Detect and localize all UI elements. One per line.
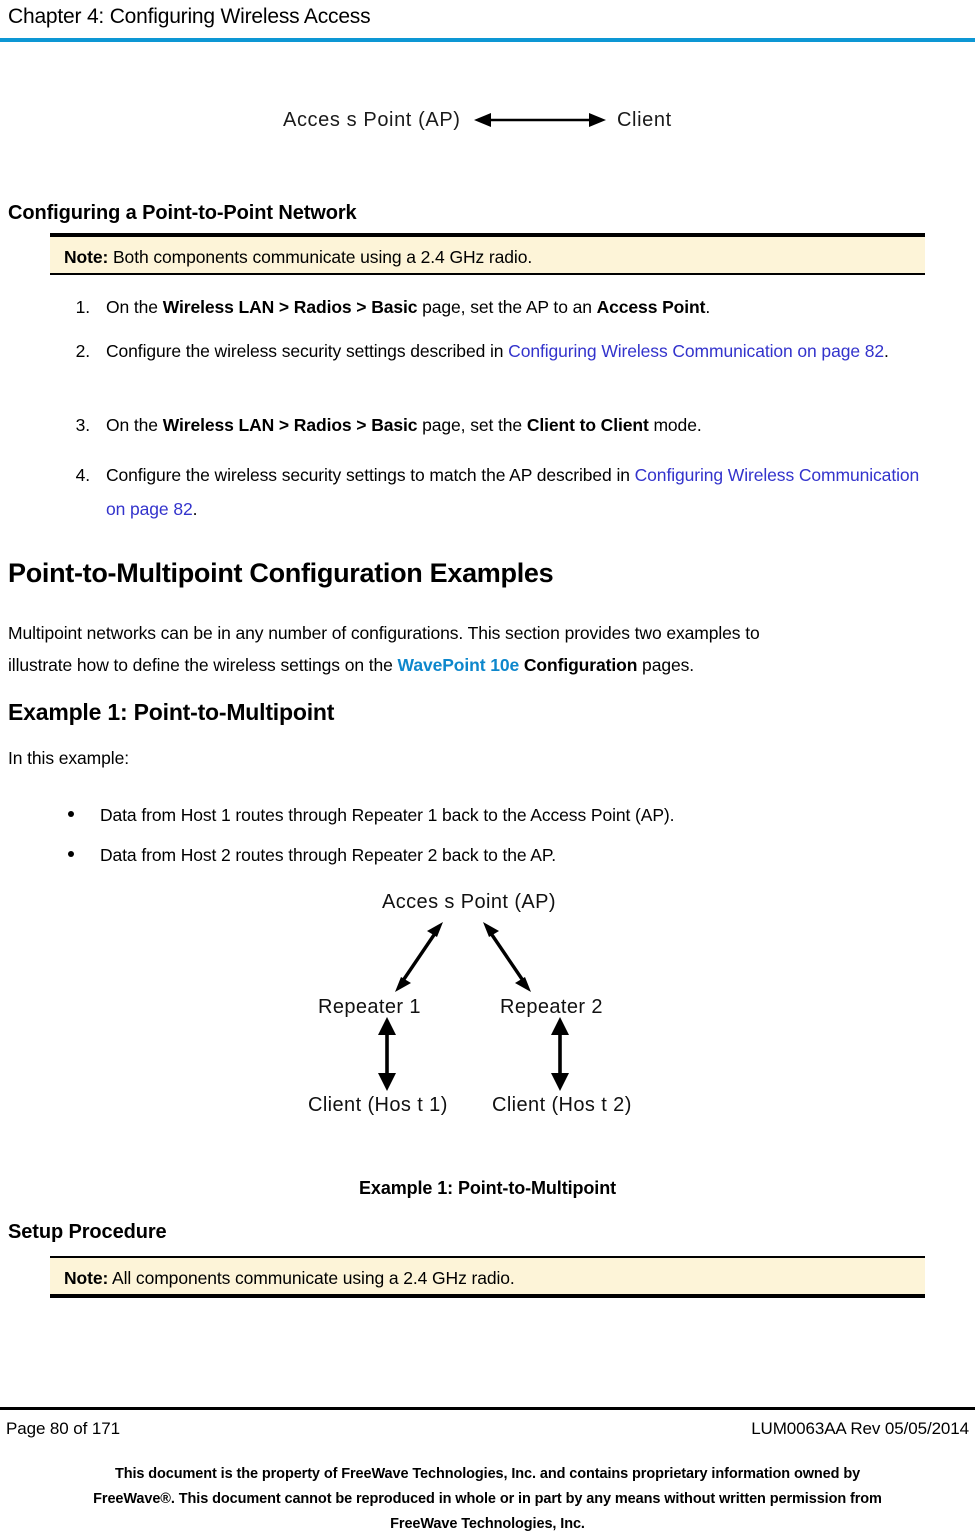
step-body: Configure the wireless security settings… [106, 458, 940, 526]
bullet-marker-icon [68, 811, 74, 817]
note-text: Note: Both components communicate using … [64, 245, 532, 269]
list-item-step-4: 4. Configure the wireless security setti… [60, 458, 940, 526]
step-text: page, set the AP to an [417, 297, 597, 317]
step-number: 1. [75, 297, 91, 317]
legal-line-1: This document is the property of FreeWav… [114, 1466, 861, 1482]
heading-configuring-point-to-point: Configuring a Point-to-Point Network [8, 202, 357, 224]
list-item-step-1: 1. On the Wireless LAN > Radios > Basic … [60, 290, 940, 324]
legal-line-2: FreeWave®. This document cannot be repro… [93, 1491, 882, 1507]
note-box-setup-procedure: Note: All components communicate using a… [50, 1256, 925, 1298]
paragraph-in-this-example: In this example: [8, 748, 129, 768]
step-text: Configure the wireless security settings… [106, 465, 635, 485]
step-text: On the [106, 297, 163, 317]
step-path-bold: Wireless LAN > Radios > Basic [162, 297, 418, 317]
note-label: Note: [64, 1268, 109, 1288]
bullet-text: Data from Host 2 routes through Repeater… [100, 845, 556, 865]
heading-example-1: Example 1: Point-to-Multipoint [8, 699, 335, 725]
step-text: page, set the [417, 415, 527, 435]
legal-notice: This document is the property of FreeWav… [0, 1462, 975, 1537]
step-text: On the [106, 415, 163, 435]
step-number: 3. [75, 415, 91, 435]
paragraph-pmp-intro: Multipoint networks can be in any number… [8, 618, 958, 648]
paragraph-text: illustrate how to define the wireless se… [8, 655, 398, 675]
footer-divider-rule [0, 1407, 975, 1410]
page-header: Chapter 4: Configuring Wireless Access [0, 0, 975, 46]
diagram-label-repeater-2: Repeater 2 [500, 996, 603, 1018]
step-text: mode. [648, 415, 702, 435]
figure-caption: Example 1: Point-to-Multipoint [359, 1178, 616, 1198]
configuration-bold: Configuration [519, 655, 638, 675]
product-name: WavePoint 10e [397, 655, 520, 675]
step-text: . [884, 341, 889, 361]
step-value-bold: Client to Client [526, 415, 649, 435]
step-body: On the Wireless LAN > Radios > Basic pag… [106, 290, 940, 324]
heading-point-to-multipoint-examples: Point-to-Multipoint Configuration Exampl… [8, 558, 554, 588]
legal-line-3: FreeWave Technologies, Inc. [390, 1516, 585, 1532]
double-arrow-icon [474, 113, 606, 127]
diagram-label-access-point: Acces s Point (AP) [382, 891, 556, 913]
bullet-text: Data from Host 1 routes through Repeater… [100, 805, 675, 825]
step-text: . [705, 297, 711, 317]
heading-setup-procedure: Setup Procedure [8, 1221, 167, 1243]
paragraph-line-1: Multipoint networks can be in any number… [8, 623, 760, 643]
note-box-point-to-point: Note: Both components communicate using … [50, 233, 925, 275]
chapter-title: Chapter 4: Configuring Wireless Access [8, 5, 371, 28]
page-footer: Page 80 of 171 LUM0063AA Rev 05/05/2014 [0, 1417, 975, 1443]
step-text: . [192, 499, 198, 519]
point-to-point-diagram: Acces s Point (AP) Client [0, 98, 975, 148]
note-text: Note: All components communicate using a… [64, 1266, 515, 1290]
point-to-multipoint-diagram: Acces s Point (AP) Repeater 1 Repeater 2… [300, 885, 680, 1125]
step-number: 2. [75, 341, 91, 361]
step-text: Configure the wireless security settings… [106, 341, 509, 361]
step-body: Configure the wireless security settings… [106, 334, 940, 368]
step-value-bold: Access Point [596, 297, 706, 317]
list-item-step-3: 3. On the Wireless LAN > Radios > Basic … [60, 408, 940, 442]
diagram-label-client-host-1: Client (Hos t 1) [308, 1094, 448, 1116]
step-body: On the Wireless LAN > Radios > Basic pag… [106, 408, 940, 442]
bullet-marker-icon [68, 851, 74, 857]
diagram-label-access-point: Acces s Point (AP) [283, 109, 461, 131]
list-item-bullet-2: Data from Host 2 routes through Repeater… [68, 840, 556, 870]
note-body: All components communicate using a 2.4 G… [112, 1268, 515, 1288]
diagram-label-client: Client [617, 109, 672, 131]
note-body: Both components communicate using a 2.4 … [112, 247, 533, 267]
paragraph-pmp-intro-line-2: illustrate how to define the wireless se… [8, 650, 958, 680]
diagram-label-repeater-1: Repeater 1 [318, 996, 421, 1018]
note-label: Note: [64, 247, 109, 267]
header-divider-rule [0, 38, 975, 42]
cross-reference-link[interactable]: Configuring Wireless Communication on pa… [508, 341, 884, 361]
document-revision-label: LUM0063AA Rev 05/05/2014 [751, 1419, 969, 1438]
list-item-step-2: 2. Configure the wireless security setti… [60, 334, 940, 368]
step-number: 4. [75, 465, 91, 485]
diagram-label-client-host-2: Client (Hos t 2) [492, 1094, 632, 1116]
list-item-bullet-1: Data from Host 1 routes through Repeater… [68, 800, 674, 830]
step-path-bold: Wireless LAN > Radios > Basic [162, 415, 418, 435]
paragraph-text: pages. [637, 655, 695, 675]
page-number-label: Page 80 of 171 [6, 1419, 120, 1438]
